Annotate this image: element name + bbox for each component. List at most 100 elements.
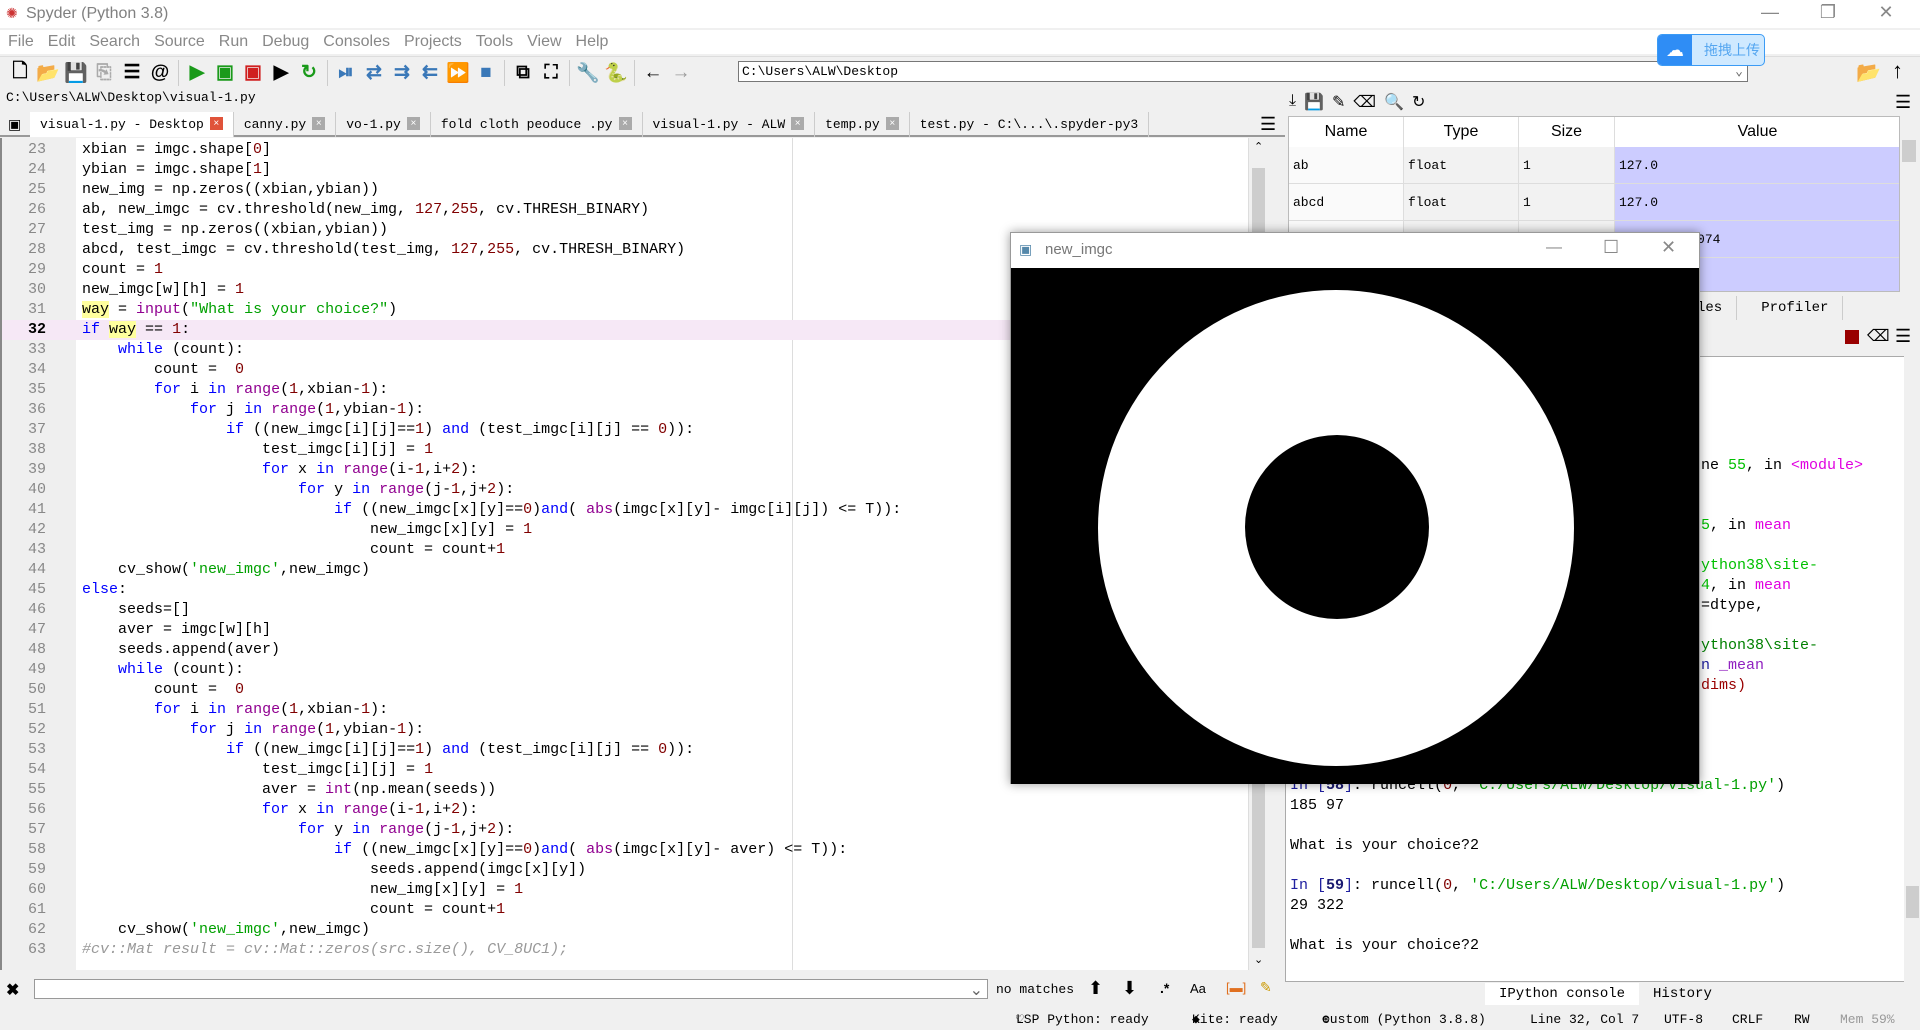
image-window[interactable]: ▣ new_imgc — ☐ ✕: [1010, 232, 1700, 784]
variable-cell[interactable]: abcd: [1289, 184, 1404, 221]
upload-button[interactable]: ☁ 拖拽上传: [1657, 34, 1765, 66]
minimize-button[interactable]: —: [1750, 2, 1790, 23]
rerun-icon[interactable]: ↻: [295, 60, 323, 86]
scroll-up-icon[interactable]: ⌃: [1254, 140, 1263, 153]
whole-word-icon[interactable]: [▬]: [1226, 980, 1246, 995]
search-icon[interactable]: 🔍: [1384, 92, 1404, 112]
forward-arrow-icon[interactable]: →: [667, 60, 695, 86]
save-data-as-icon[interactable]: ✎: [1332, 92, 1345, 112]
browse-tabs-icon[interactable]: ▣: [0, 112, 30, 135]
find-previous-icon[interactable]: ⬆: [1088, 978, 1103, 999]
regex-toggle[interactable]: .*: [1160, 980, 1169, 996]
close-find-icon[interactable]: ✖: [6, 980, 19, 1000]
variable-cell[interactable]: ab: [1289, 147, 1404, 184]
editor-tab[interactable]: fold cloth peoduce .py ×: [431, 112, 643, 137]
variable-cell[interactable]: 1: [1519, 184, 1615, 221]
chevron-down-icon[interactable]: ⌄: [970, 980, 983, 1000]
parent-directory-icon[interactable]: ↑: [1892, 58, 1903, 84]
save-all-icon[interactable]: ⎘: [90, 60, 118, 86]
menu-source[interactable]: Source: [154, 30, 205, 54]
close-tab-icon[interactable]: ×: [885, 117, 899, 130]
editor-tab[interactable]: canny.py ×: [234, 112, 337, 137]
column-header-type[interactable]: Type: [1404, 117, 1519, 147]
menu-tools[interactable]: Tools: [476, 30, 513, 54]
variable-cell[interactable]: float: [1404, 147, 1519, 184]
variable-cell[interactable]: float: [1404, 184, 1519, 221]
close-tab-icon[interactable]: ×: [209, 117, 223, 130]
column-header-size[interactable]: Size: [1519, 117, 1615, 147]
outline-icon[interactable]: ☰: [118, 60, 146, 86]
console-tab-ipython-console[interactable]: IPython console: [1485, 983, 1640, 1005]
highlight-icon[interactable]: ✎: [1260, 979, 1272, 996]
variable-cell[interactable]: 1: [1519, 147, 1615, 184]
clear-console-icon[interactable]: ⌫: [1867, 326, 1890, 346]
editor-options-menu-icon[interactable]: ☰: [1260, 114, 1276, 135]
case-sensitive-toggle[interactable]: Aa: [1190, 981, 1206, 996]
step-icon[interactable]: ⇄: [360, 60, 388, 86]
editor-tab[interactable]: visual-1.py - Desktop ×: [30, 112, 234, 137]
find-input[interactable]: ⌄: [34, 979, 988, 999]
variable-cell[interactable]: 127.0: [1615, 184, 1899, 221]
scroll-down-icon[interactable]: ⌄: [1254, 953, 1263, 966]
close-button[interactable]: ✕: [1661, 237, 1676, 258]
scrollbar-thumb[interactable]: [1902, 140, 1916, 162]
editor-tab[interactable]: temp.py ×: [815, 112, 910, 137]
close-tab-icon[interactable]: ×: [406, 117, 420, 130]
new-file-icon[interactable]: 🗋: [6, 60, 34, 86]
preferences-wrench-icon[interactable]: 🔧: [574, 60, 602, 86]
menu-help[interactable]: Help: [576, 30, 609, 54]
debug-icon[interactable]: ⏯: [332, 60, 360, 86]
find-next-icon[interactable]: ⬇: [1122, 978, 1137, 999]
menu-consoles[interactable]: Consoles: [323, 30, 390, 54]
continue-icon[interactable]: ⏩: [444, 60, 472, 86]
import-data-icon[interactable]: ⤓: [1289, 92, 1296, 112]
run-cell-icon[interactable]: ▣: [211, 60, 239, 86]
back-arrow-icon[interactable]: ←: [639, 60, 667, 86]
remove-all-icon[interactable]: ⌫: [1353, 92, 1376, 112]
menu-run[interactable]: Run: [219, 30, 248, 54]
run-cell-advance-icon[interactable]: ▣: [239, 60, 267, 86]
fullscreen-icon[interactable]: ⛶: [537, 60, 565, 86]
console-scrollbar[interactable]: [1904, 356, 1920, 982]
close-tab-icon[interactable]: ×: [791, 117, 805, 130]
variable-cell[interactable]: 127.0: [1615, 147, 1899, 184]
scrollbar-thumb[interactable]: [1906, 886, 1919, 918]
step-return-icon[interactable]: ⇇: [416, 60, 444, 86]
pane-tab[interactable]: Profiler: [1737, 296, 1844, 320]
editor-tab[interactable]: test.py - C:\...\.spyder-py3: [910, 112, 1150, 137]
maximize-pane-icon[interactable]: ⧉: [509, 60, 537, 86]
menu-file[interactable]: File: [8, 30, 34, 54]
at-icon[interactable]: @: [146, 60, 174, 86]
browse-folder-icon[interactable]: 📂: [1856, 60, 1881, 85]
menu-projects[interactable]: Projects: [404, 30, 462, 54]
open-file-icon[interactable]: 📂: [34, 60, 62, 86]
refresh-icon[interactable]: ↻: [1412, 92, 1425, 112]
interrupt-kernel-icon[interactable]: [1845, 330, 1859, 344]
minimize-button[interactable]: —: [1546, 239, 1562, 257]
working-directory-combo[interactable]: C:\Users\ALW\Desktop ⌄: [738, 61, 1748, 82]
run-icon[interactable]: ▶: [183, 60, 211, 86]
restore-button[interactable]: ❐: [1808, 2, 1848, 23]
column-header-value[interactable]: Value: [1615, 117, 1899, 147]
editor-tab[interactable]: visual-1.py - ALW ×: [643, 112, 816, 137]
menu-view[interactable]: View: [527, 30, 561, 54]
run-selection-icon[interactable]: ▶: [267, 60, 295, 86]
save-icon[interactable]: 💾: [62, 60, 90, 86]
python-path-icon[interactable]: 🐍: [602, 60, 630, 86]
console-tab-history[interactable]: History: [1639, 983, 1726, 1005]
variable-scrollbar[interactable]: [1900, 116, 1918, 292]
menu-edit[interactable]: Edit: [48, 30, 76, 54]
column-header-name[interactable]: Name: [1289, 117, 1404, 147]
close-tab-icon[interactable]: ×: [618, 117, 632, 130]
save-data-icon[interactable]: 💾: [1304, 92, 1324, 112]
menu-debug[interactable]: Debug: [262, 30, 309, 54]
stop-debug-icon[interactable]: ■: [472, 60, 500, 86]
menu-search[interactable]: Search: [89, 30, 140, 54]
step-into-icon[interactable]: ⇉: [388, 60, 416, 86]
options-menu-icon[interactable]: ☰: [1895, 92, 1911, 113]
console-options-menu-icon[interactable]: ☰: [1895, 326, 1911, 347]
editor-tab[interactable]: vo-1.py ×: [336, 112, 431, 137]
maximize-button[interactable]: ☐: [1603, 237, 1619, 258]
close-tab-icon[interactable]: ×: [312, 117, 326, 130]
close-button[interactable]: ✕: [1866, 2, 1906, 23]
